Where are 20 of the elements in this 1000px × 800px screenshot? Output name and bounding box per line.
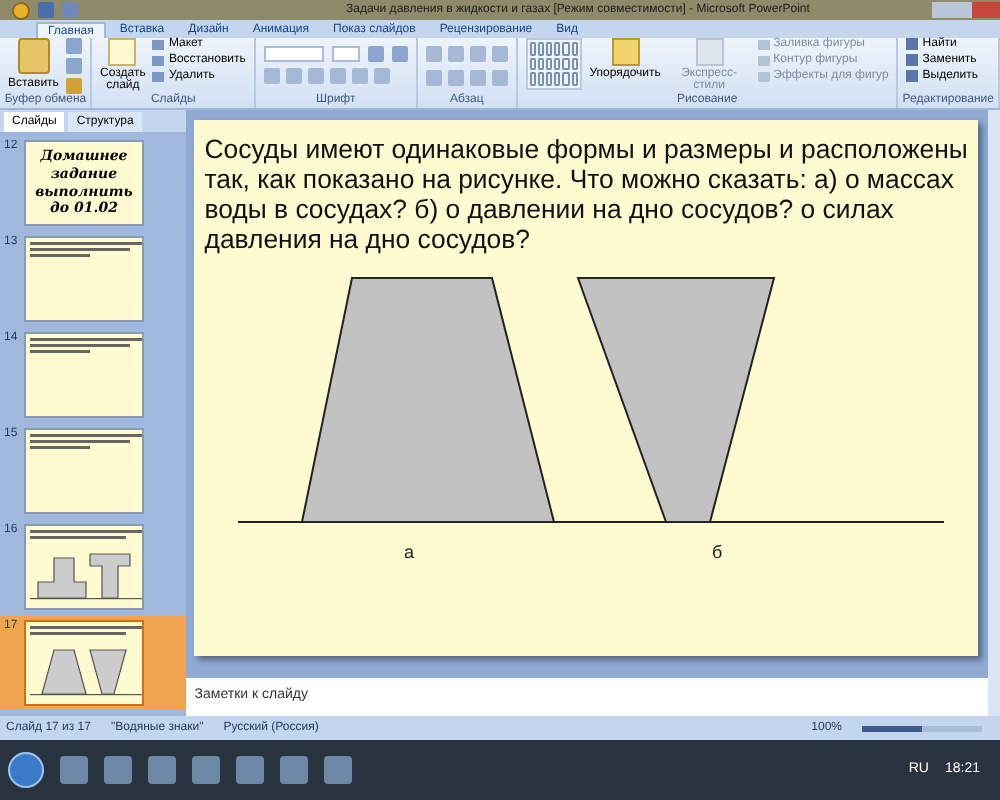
start-button[interactable] [8,752,44,788]
office-button[interactable] [12,1,30,19]
font-size-field[interactable] [331,46,360,62]
question-text: Сосуды имеют одинаковые формы и размеры и расположены так, как показано на рисунке. Что можно сказать: а) о массах воды в сосудах? б) о давлении на дно сосудов? о силах давления на дно сосудов? [204,134,969,254]
slide-thumbnail[interactable] [24,524,144,610]
thumbnail-text-drawing [30,242,142,258]
slide-thumbnail[interactable] [24,620,144,706]
thumbnail-text-drawing [30,338,142,354]
slide-thumbnail[interactable] [24,236,144,322]
thumbnail-text-drawing [30,434,142,450]
slide-thumbnail[interactable] [24,428,144,514]
slide-thumbnail[interactable] [24,332,144,418]
vessel-label: а [404,542,415,562]
shapes-gallery[interactable] [525,38,582,90]
font-name-field[interactable] [263,46,324,62]
vessel-label: б [712,542,723,562]
minimize-button[interactable] [932,2,952,18]
close-button[interactable] [972,2,1000,18]
maximize-button[interactable] [952,2,972,18]
zoom-slider[interactable] [862,725,982,731]
